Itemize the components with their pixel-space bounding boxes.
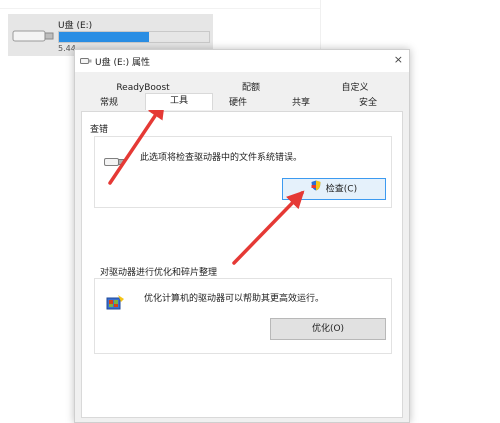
defrag-icon (106, 293, 126, 314)
tab-general[interactable]: 常规 (81, 96, 137, 110)
optimize-group (94, 278, 392, 354)
properties-dialog: U盘 (E:) 属性 × ReadyBoost 配额 自定义 常规 工具 硬件 … (74, 49, 410, 423)
optimize-button-label: 优化(O) (311, 324, 345, 334)
optimize-button[interactable]: 优化(O) (270, 318, 386, 340)
dialog-title: U盘 (E:) 属性 (95, 58, 151, 68)
tab-quota[interactable]: 配额 (203, 81, 299, 95)
explorer-top-line (0, 8, 320, 9)
error-check-label: 查错 (90, 125, 109, 135)
dialog-titlebar[interactable]: U盘 (E:) 属性 × (75, 50, 409, 72)
check-button[interactable]: 检查(C) (282, 178, 386, 200)
optimize-label: 对驱动器进行优化和碎片整理 (100, 268, 218, 278)
tab-sharing[interactable]: 共享 (273, 96, 329, 110)
usb-drive-icon (12, 28, 54, 47)
tab-security[interactable]: 安全 (337, 96, 399, 110)
usb-drive-icon (80, 57, 92, 68)
check-button-label: 检查(C) (325, 184, 358, 195)
close-button[interactable]: × (394, 53, 403, 66)
drive-usage-fill (59, 32, 149, 42)
usb-drive-icon (104, 156, 124, 171)
tab-tools[interactable]: 工具 (145, 93, 213, 110)
error-check-description: 此选项将检查驱动器中的文件系统错误。 (140, 153, 303, 163)
tab-hardware[interactable]: 硬件 (209, 96, 267, 110)
shield-icon (311, 179, 321, 199)
tools-tab-panel: 查错 此选项将检查驱动器中的文件系统错误。 检查(C) 对驱动器进行优化和碎片整… (81, 111, 403, 418)
tab-customize[interactable]: 自定义 (307, 81, 403, 95)
drive-usage-bar (58, 31, 210, 43)
optimize-description: 优化计算机的驱动器可以帮助其更高效运行。 (144, 294, 325, 304)
drive-name: U盘 (E:) (58, 21, 93, 31)
